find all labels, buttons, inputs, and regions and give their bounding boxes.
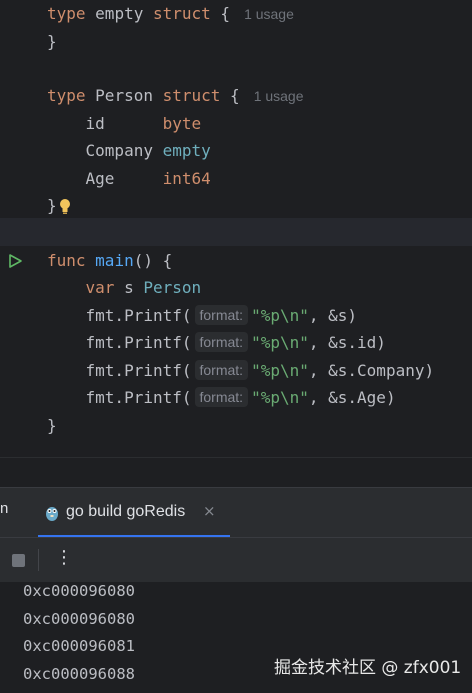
brace: } <box>47 31 57 51</box>
parameter-hint: format: <box>194 332 249 352</box>
keyword: type <box>47 86 86 105</box>
call-expr: fmt.Printf( <box>85 360 192 380</box>
usage-hint[interactable]: 1 usage <box>244 6 294 22</box>
field-name: Company <box>85 141 153 160</box>
code-text: () { <box>133 250 173 270</box>
string-literal: "%p\n" <box>251 333 309 352</box>
code-line[interactable]: Age int64 <box>0 165 472 193</box>
editor-bottom-area <box>0 457 472 488</box>
run-toolbar: ⋮ <box>0 537 472 583</box>
tab-partial[interactable]: n <box>0 500 8 517</box>
code-line[interactable]: var s Person <box>0 274 472 302</box>
brace: } <box>47 196 57 215</box>
code-line[interactable]: fmt.Printf(format: "%p\n", &s.Company) <box>0 357 472 385</box>
keyword: func <box>47 250 86 270</box>
code-line[interactable]: id byte <box>0 110 472 138</box>
run-icon[interactable] <box>7 253 23 269</box>
call-expr: fmt.Printf( <box>85 305 192 325</box>
close-icon[interactable]: × <box>203 502 216 520</box>
code-line[interactable]: func main() { <box>0 247 472 275</box>
watermark: 掘金技术社区 @ zfx001 <box>274 658 462 678</box>
code-line[interactable]: Company empty <box>0 137 472 165</box>
type-name: Person <box>143 278 202 297</box>
code-line[interactable]: type Person struct {1 usage <box>0 82 472 110</box>
field-name: id <box>85 113 105 133</box>
code-line[interactable]: fmt.Printf(format: "%p\n", &s) <box>0 302 472 330</box>
usage-hint[interactable]: 1 usage <box>254 88 304 104</box>
parameter-hint: format: <box>194 387 249 407</box>
console-line: 0xc000096081 <box>23 637 135 655</box>
identifier: s <box>124 278 134 297</box>
call-args: , &s.Age) <box>308 388 396 407</box>
code-line[interactable]: } <box>0 192 472 220</box>
gopher-icon <box>46 507 58 521</box>
call-args: , &s.Company) <box>308 360 435 380</box>
function-name: main <box>95 250 134 270</box>
brace: { <box>230 86 240 105</box>
string-literal: "%p\n" <box>251 360 309 380</box>
string-literal: "%p\n" <box>251 305 309 325</box>
stop-icon[interactable] <box>12 554 25 567</box>
brace: } <box>47 415 57 435</box>
call-expr: fmt.Printf( <box>85 333 192 352</box>
identifier: Person <box>95 86 153 105</box>
keyword: var <box>85 278 115 297</box>
call-expr: fmt.Printf( <box>85 388 192 407</box>
keyword: struct <box>152 4 211 23</box>
brace: { <box>220 4 231 23</box>
code-line[interactable]: fmt.Printf(format: "%p\n", &s.id) <box>0 329 472 357</box>
keyword: type <box>47 4 86 23</box>
toolbar-separator <box>38 549 39 571</box>
call-args: , &s.id) <box>308 333 386 352</box>
console-line: 0xc000096080 <box>23 582 135 600</box>
field-name: Age <box>85 168 115 188</box>
code-line[interactable]: type empty struct {1 usage <box>0 0 472 28</box>
tab-label: go build goRedis <box>66 503 186 520</box>
lightbulb-icon[interactable] <box>59 198 71 214</box>
tab-go-build-goredis[interactable]: go build goRedis × <box>38 488 230 538</box>
console-line: 0xc000096080 <box>23 609 135 628</box>
current-line[interactable] <box>0 218 472 246</box>
keyword: struct <box>162 86 221 105</box>
code-editor[interactable]: type empty struct {1 usage } type Person… <box>0 0 472 457</box>
parameter-hint: format: <box>194 359 249 380</box>
string-literal: "%p\n" <box>251 388 309 407</box>
code-line[interactable]: } <box>0 28 472 56</box>
code-line[interactable]: fmt.Printf(format: "%p\n", &s.Age) <box>0 384 472 412</box>
field-type: int64 <box>162 168 211 188</box>
field-type: byte <box>162 113 202 133</box>
console-line: 0xc000096088 <box>23 664 135 683</box>
call-args: , &s) <box>308 305 358 325</box>
parameter-hint: format: <box>194 304 249 325</box>
field-type: empty <box>162 141 211 160</box>
identifier: empty <box>95 4 144 23</box>
code-line[interactable]: } <box>0 412 472 440</box>
more-options-icon[interactable]: ⋮ <box>55 547 73 568</box>
run-tool-window-header: n go build goRedis × <box>0 487 472 538</box>
